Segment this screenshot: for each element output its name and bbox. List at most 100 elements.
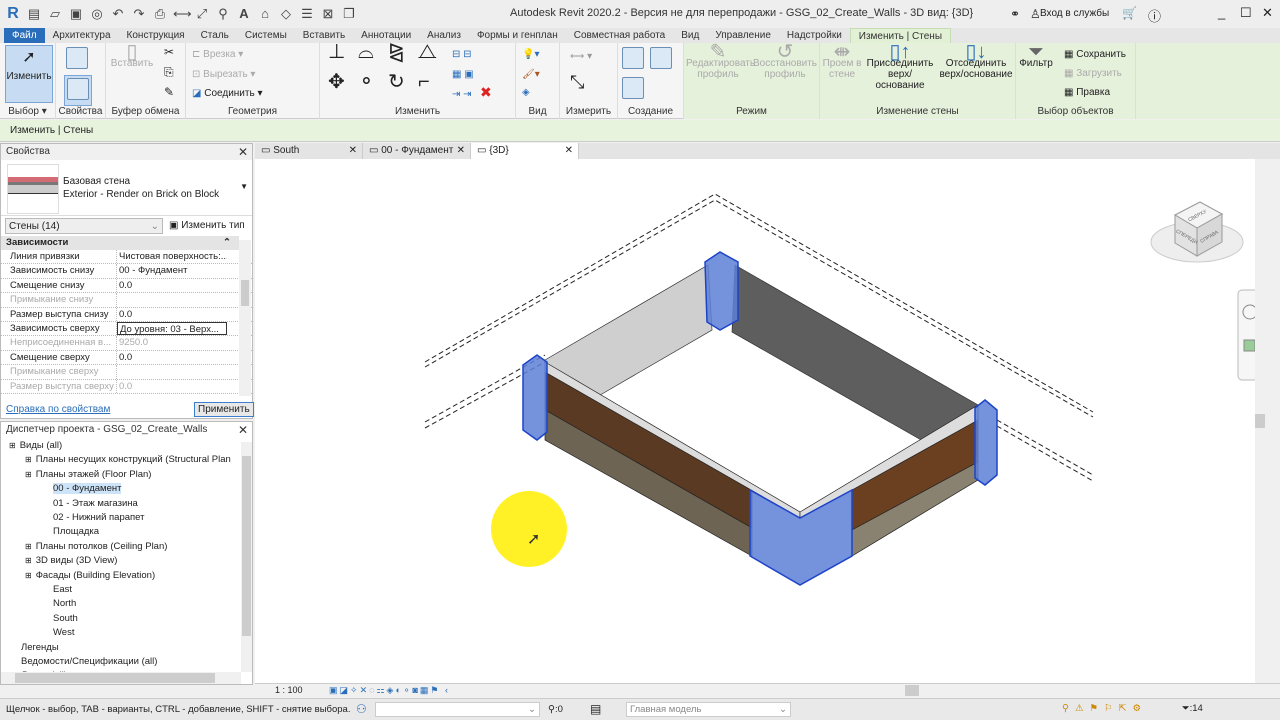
zoom-icon[interactable] xyxy=(1243,339,1256,352)
browser-item[interactable]: East xyxy=(41,583,72,597)
save-selection-button[interactable]: ▦ Сохранить xyxy=(1064,49,1126,60)
join-button[interactable]: ◪ Соединить ▾ xyxy=(192,88,263,99)
close-icon[interactable]: ✕ xyxy=(238,145,248,159)
close-hidden-icon[interactable]: ⊠ xyxy=(320,6,336,22)
property-row[interactable]: Неприсоединенная в... 9250.0 xyxy=(1,336,252,351)
tab-10[interactable]: Вид xyxy=(673,28,707,43)
property-row[interactable]: Размер выступа сверху 0.0 xyxy=(1,379,252,394)
print-icon[interactable]: ⎙ xyxy=(152,6,168,22)
view-tab[interactable]: ▭ 00 - Фундамент ✕ xyxy=(363,143,471,159)
create-group-icon[interactable] xyxy=(622,77,644,102)
align-icon[interactable]: ⊥ xyxy=(328,42,345,62)
array-icon[interactable]: ▦ ▣ xyxy=(452,69,474,80)
browser-item[interactable]: North xyxy=(41,597,76,611)
match-icon[interactable]: ✎ xyxy=(164,86,174,98)
element-filter-dropdown[interactable]: Стены (14) ⌄ xyxy=(5,218,163,234)
browser-hscrollbar[interactable] xyxy=(1,672,241,684)
load-selection-button[interactable]: ▦ Загрузить xyxy=(1064,68,1122,79)
browser-item[interactable]: Площадка xyxy=(41,525,99,539)
dimension-icon[interactable]: ⤢ xyxy=(194,6,210,22)
model-view[interactable]: ➚ СВЕРХУ СПЕРЕДИ СПРАВА xyxy=(255,159,1265,683)
property-value[interactable]: 00 - Фундамент xyxy=(117,264,227,277)
properties-scrollbar[interactable] xyxy=(239,240,251,396)
selected-corner-front[interactable] xyxy=(749,488,853,586)
viewcube[interactable]: СВЕРХУ СПЕРЕДИ СПРАВА xyxy=(1150,201,1244,263)
copy-element-icon[interactable]: ⚬ xyxy=(358,72,375,92)
cut-in-button[interactable]: ⊏ Врезка ▾ xyxy=(192,49,243,60)
tab-8[interactable]: Формы и генплан xyxy=(469,28,566,43)
property-value[interactable] xyxy=(117,293,227,306)
wall-opening-button[interactable]: ⇼ Проем в стене xyxy=(822,42,862,80)
tab-4[interactable]: Системы xyxy=(237,28,295,43)
browser-item[interactable]: 01 - Этаж магазина xyxy=(41,497,138,511)
view-tab[interactable]: ▭ {3D} ✕ xyxy=(471,143,579,159)
trim-icon[interactable]: ⌐ xyxy=(418,72,430,92)
close-icon[interactable]: ✕ xyxy=(238,423,248,437)
view-tab[interactable]: ▭ South ✕ xyxy=(255,143,363,159)
delete-icon[interactable]: ✖ xyxy=(480,85,492,99)
3d-viewport[interactable]: ➚ СВЕРХУ СПЕРЕДИ СПРАВА xyxy=(255,159,1265,683)
tab-1[interactable]: Архитектура xyxy=(45,28,119,43)
override-icon[interactable]: 🖌▾ xyxy=(522,69,540,80)
revit-logo[interactable]: R xyxy=(5,6,21,22)
wall-inner-right[interactable] xyxy=(731,264,979,446)
design-option-dropdown[interactable]: Главная модель ⌄ xyxy=(626,702,791,717)
property-value[interactable]: 0.0 xyxy=(117,308,227,321)
filter-count[interactable]: ⏷:14 xyxy=(1182,703,1203,714)
minimize-button[interactable]: _ xyxy=(1218,5,1225,20)
copy-icon[interactable]: ⎘ xyxy=(164,66,174,78)
property-row[interactable]: Зависимость снизу 00 - Фундамент xyxy=(1,264,252,279)
edit-type-button[interactable]: ▣ Изменить тип xyxy=(169,220,245,231)
browser-item[interactable]: ⊞ 3D виды (3D View) xyxy=(25,554,117,568)
selected-column-left[interactable] xyxy=(522,354,548,441)
expand-icon[interactable]: ⊞ xyxy=(25,455,32,464)
worksets-icon[interactable]: ⚇ xyxy=(356,702,367,716)
browser-item[interactable]: ⊞ Планы этажей (Floor Plan) xyxy=(25,468,151,482)
cut-button[interactable]: ⊡ Вырезать ▾ xyxy=(192,69,255,80)
mirror-draw-icon[interactable]: ⧍ xyxy=(418,42,437,62)
thin-lines-icon[interactable]: ☰ xyxy=(299,6,315,22)
browser-item[interactable]: Ведомости/Спецификации (all) xyxy=(9,655,157,669)
workset-dropdown[interactable]: ⌄ xyxy=(375,702,540,717)
dimension-button[interactable]: ⤡ xyxy=(570,73,584,91)
property-value[interactable]: 9250.0 xyxy=(117,336,227,349)
browser-item[interactable]: Легенды xyxy=(9,641,59,655)
design-options-icon[interactable]: ▤ xyxy=(590,702,601,716)
close-button[interactable]: ✕ xyxy=(1262,5,1273,21)
create-parts-icon[interactable] xyxy=(650,47,672,72)
property-row[interactable]: Примыкание сверху xyxy=(1,365,252,380)
tab-0[interactable]: Файл xyxy=(4,28,45,43)
measure-button[interactable]: ⟷ ▾ xyxy=(570,51,592,62)
selection-options-icons[interactable]: ⚲⚠⚑⚐⇱⚙ xyxy=(1062,703,1147,714)
measure-icon[interactable]: ⟷ xyxy=(173,6,192,22)
browser-item[interactable]: 02 - Нижний парапет xyxy=(41,511,145,525)
browser-item[interactable]: West xyxy=(41,626,74,640)
modify-button[interactable]: ➚ Изменить xyxy=(5,45,53,103)
cut-icon[interactable]: ✂ xyxy=(164,46,174,58)
tab-3[interactable]: Сталь xyxy=(193,28,237,43)
browser-item[interactable]: ⊞ Фасады (Building Elevation) xyxy=(25,569,155,583)
undo-icon[interactable]: ↶ xyxy=(110,6,126,22)
close-icon[interactable]: ✕ xyxy=(457,145,465,156)
close-icon[interactable]: ✕ xyxy=(349,145,357,156)
switch-windows-icon[interactable]: ❐ xyxy=(341,6,357,22)
tag-icon[interactable]: ⚲ xyxy=(215,6,231,22)
property-value[interactable]: 0.0 xyxy=(117,279,227,292)
property-row[interactable]: Размер выступа снизу 0.0 xyxy=(1,307,252,322)
properties-button[interactable] xyxy=(64,75,92,106)
property-row[interactable]: Линия привязки Чистовая поверхность:... xyxy=(1,250,252,265)
move-icon[interactable]: ✥ xyxy=(328,72,345,92)
selected-column-back[interactable] xyxy=(704,251,739,331)
browser-item[interactable]: ⊞ Виды (all) xyxy=(9,439,62,453)
property-row[interactable]: Зависимость сверху До уровня: 03 - Верх..… xyxy=(1,321,252,337)
scale-button[interactable]: 1 : 100 xyxy=(275,685,303,695)
type-properties-button[interactable] xyxy=(66,47,88,72)
view-controls-icons[interactable]: ▣◪✧✕◌⚏◈◐⚬◙▦⚑ ‹ xyxy=(329,685,450,695)
property-value[interactable] xyxy=(117,365,227,378)
browser-item[interactable]: ⊞ Планы несущих конструкций (Structural P… xyxy=(25,453,231,467)
selected-column-right[interactable] xyxy=(974,399,998,486)
signin-button[interactable]: Вход в службы xyxy=(1040,8,1109,19)
apply-button[interactable]: Применить xyxy=(194,402,254,417)
property-row[interactable]: Смещение снизу 0.0 xyxy=(1,278,252,294)
property-value[interactable]: 0.0 xyxy=(117,380,227,393)
